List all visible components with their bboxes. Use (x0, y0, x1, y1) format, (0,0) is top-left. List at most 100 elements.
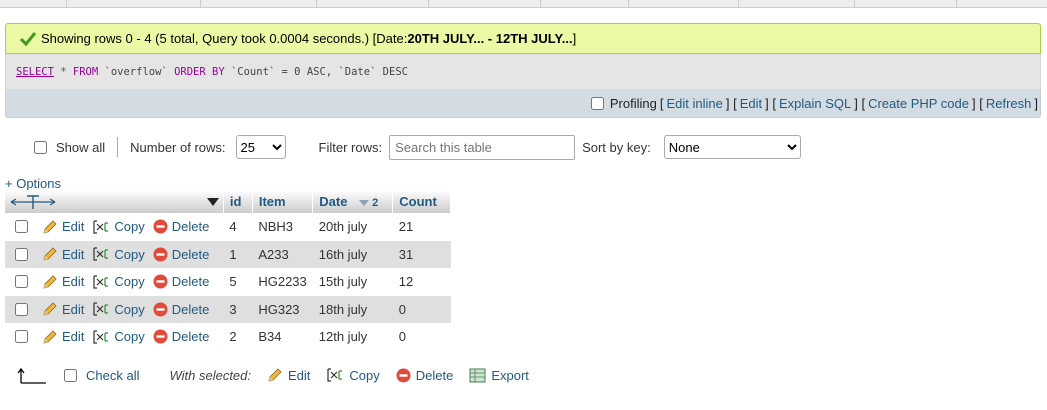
pencil-icon (43, 330, 57, 344)
sort-by-key-select[interactable]: None (663, 135, 801, 159)
create-php-code-link[interactable]: Create PHP code (868, 96, 969, 111)
row-delete-label: Delete (171, 219, 210, 235)
row-delete-button[interactable]: Delete (153, 302, 209, 317)
column-header-count[interactable]: Count (392, 190, 452, 213)
row-checkbox[interactable] (15, 247, 28, 261)
sql-order-clause: `Count` = 0 ASC, `Date` DESC (224, 65, 408, 78)
pencil-icon (43, 275, 57, 289)
table-row[interactable]: Edit Copy Delete 2 B34 12th july 0 (5, 323, 451, 351)
cell-item: NBH3 (252, 213, 313, 241)
row-actions-cell: Edit Copy Delete (5, 268, 224, 296)
row-delete-label: Delete (171, 329, 210, 345)
row-edit-button[interactable]: Edit (42, 329, 84, 345)
row-edit-button[interactable]: Edit (42, 274, 84, 290)
profiling-checkbox[interactable] (590, 96, 604, 110)
table-row[interactable]: Edit Copy Delete 1 A233 16th july 31 (5, 240, 451, 268)
table-row[interactable]: Edit Copy Delete 4 NBH3 20th july 21 (5, 213, 451, 241)
cell-id: 1 (223, 240, 253, 268)
column-date-label: Date (319, 194, 348, 209)
cell-item: HG2233 (252, 268, 313, 296)
delete-icon (153, 219, 168, 234)
navigation-row: Show all Number of rows: 25 Filter rows:… (0, 133, 820, 161)
cell-item: A233 (252, 240, 313, 268)
filter-rows-input[interactable] (389, 134, 576, 160)
table-row[interactable]: Edit Copy Delete 5 HG2233 15th july 12 (5, 268, 451, 296)
edit-inline-link[interactable]: Edit inline (666, 96, 722, 111)
sql-from-keyword: FROM (72, 65, 99, 78)
check-all-link[interactable]: Check all (86, 368, 139, 383)
column-header-date[interactable]: Date 2 (312, 190, 394, 213)
delete-icon (153, 274, 168, 289)
check-all-checkbox[interactable] (64, 368, 77, 382)
table-row[interactable]: Edit Copy Delete 3 HG323 18th july 0 (5, 295, 451, 323)
row-edit-label: Edit (62, 301, 85, 317)
refresh-link[interactable]: Refresh (986, 96, 1032, 111)
row-copy-button[interactable]: Copy (92, 246, 145, 262)
row-delete-button[interactable]: Delete (153, 247, 209, 262)
cell-id: 4 (223, 213, 253, 241)
cell-item: HG323 (252, 295, 313, 323)
column-header-item[interactable]: Item (252, 190, 314, 213)
copy-icon (327, 368, 343, 382)
row-edit-label: Edit (62, 219, 85, 235)
bulk-copy-label: Copy (349, 367, 380, 383)
export-icon (469, 368, 486, 382)
row-delete-button[interactable]: Delete (153, 274, 209, 289)
row-copy-button[interactable]: Copy (92, 219, 145, 235)
show-all-label: Show all (56, 139, 106, 155)
row-copy-label: Copy (114, 274, 145, 290)
sql-query: SELECT * FROM `overflow` ORDER BY `Count… (5, 54, 1041, 89)
table-actions-header (5, 190, 224, 213)
explain-sql-link[interactable]: Explain SQL (779, 96, 851, 111)
row-copy-button[interactable]: Copy (92, 274, 145, 290)
copy-icon (93, 275, 109, 289)
bulk-copy-button[interactable]: Copy (326, 367, 380, 383)
pencil-icon (268, 368, 282, 382)
row-actions-cell: Edit Copy Delete (5, 213, 224, 241)
sql-select-keyword[interactable]: SELECT (16, 66, 54, 78)
bulk-edit-button[interactable]: Edit (267, 367, 310, 383)
check-icon (20, 31, 36, 46)
query-tools-bar: Profiling [Edit inline] [Edit] [Explain … (5, 89, 1041, 118)
dropdown-triangle-icon[interactable] (206, 197, 219, 206)
rows-label: Number of rows: (130, 139, 226, 155)
row-edit-button[interactable]: Edit (42, 246, 84, 262)
bulk-delete-button[interactable]: Delete (396, 367, 454, 383)
row-copy-button[interactable]: Copy (92, 301, 145, 317)
edit-link[interactable]: Edit (740, 96, 762, 111)
sort-desc-icon (359, 200, 370, 206)
sql-table-name: `overflow` (98, 65, 175, 78)
bulk-delete-label: Delete (415, 367, 454, 383)
sort-label: Sort by key: (582, 139, 651, 155)
row-checkbox[interactable] (15, 275, 28, 289)
row-checkbox[interactable] (15, 330, 28, 344)
sql-orderby-keyword: ORDER BY (174, 65, 225, 78)
delete-icon (153, 247, 168, 262)
column-resize-arrows-icon[interactable] (9, 194, 57, 210)
row-edit-button[interactable]: Edit (42, 301, 84, 317)
filter-label: Filter rows: (318, 139, 383, 155)
rows-per-page-select[interactable]: 25 (235, 135, 286, 159)
cell-id: 3 (223, 295, 253, 323)
top-tab-strip (0, 0, 1047, 8)
options-link[interactable]: + Options (5, 176, 61, 191)
row-checkbox[interactable] (15, 302, 28, 316)
column-header-id[interactable]: id (223, 190, 253, 213)
cell-date: 18th july (312, 295, 393, 323)
row-delete-button[interactable]: Delete (153, 329, 210, 345)
cell-count: 12 (392, 268, 451, 296)
pencil-icon (43, 302, 57, 316)
row-copy-label: Copy (114, 329, 145, 345)
delete-icon (153, 329, 168, 344)
row-delete-button[interactable]: Delete (153, 219, 210, 235)
show-all-checkbox[interactable] (34, 140, 47, 154)
row-edit-button[interactable]: Edit (42, 219, 84, 235)
bulk-export-button[interactable]: Export (469, 368, 529, 383)
row-checkbox[interactable] (15, 220, 28, 234)
cell-date: 12th july (312, 323, 393, 351)
row-copy-button[interactable]: Copy (92, 329, 145, 345)
bulk-actions-bar: Check all With selected: Edit Copy Delet… (0, 362, 560, 388)
row-copy-label: Copy (114, 219, 145, 235)
with-selected-label: With selected: (169, 367, 251, 383)
select-arrow-icon (17, 367, 46, 384)
